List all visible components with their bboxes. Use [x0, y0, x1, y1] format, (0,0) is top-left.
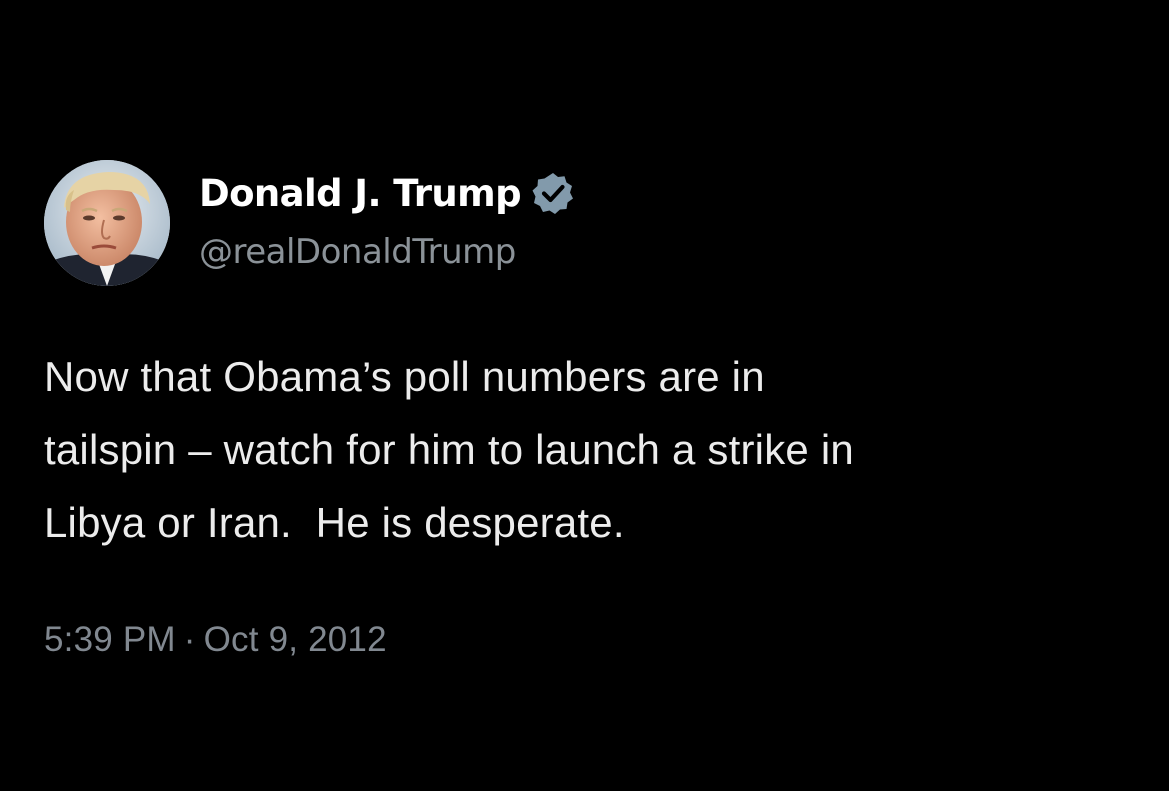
tweet-text-line: tailspin – watch for him to launch a str…: [44, 426, 854, 473]
timestamp-separator: ·: [183, 620, 196, 659]
tweet-time[interactable]: 5:39 PM: [44, 620, 176, 659]
tweet-text: Now that Obama’s poll numbers are in tail…: [44, 340, 1134, 559]
tweet-card: Donald J. Trump @realDonaldTrump Now tha…: [0, 0, 1169, 791]
tweet-text-line: Libya or Iran. He is desperate.: [44, 499, 625, 546]
tweet-date[interactable]: Oct 9, 2012: [204, 620, 387, 659]
verified-badge-icon: [531, 171, 575, 215]
tweet-timestamp[interactable]: 5:39 PM · Oct 9, 2012: [44, 620, 387, 660]
tweet-text-line: Now that Obama’s poll numbers are in: [44, 353, 765, 400]
avatar[interactable]: [44, 160, 170, 286]
author-name-row[interactable]: Donald J. Trump: [199, 166, 575, 220]
display-name[interactable]: Donald J. Trump: [199, 172, 522, 215]
author-handle[interactable]: @realDonaldTrump: [199, 232, 516, 272]
avatar-photo: [44, 160, 170, 286]
